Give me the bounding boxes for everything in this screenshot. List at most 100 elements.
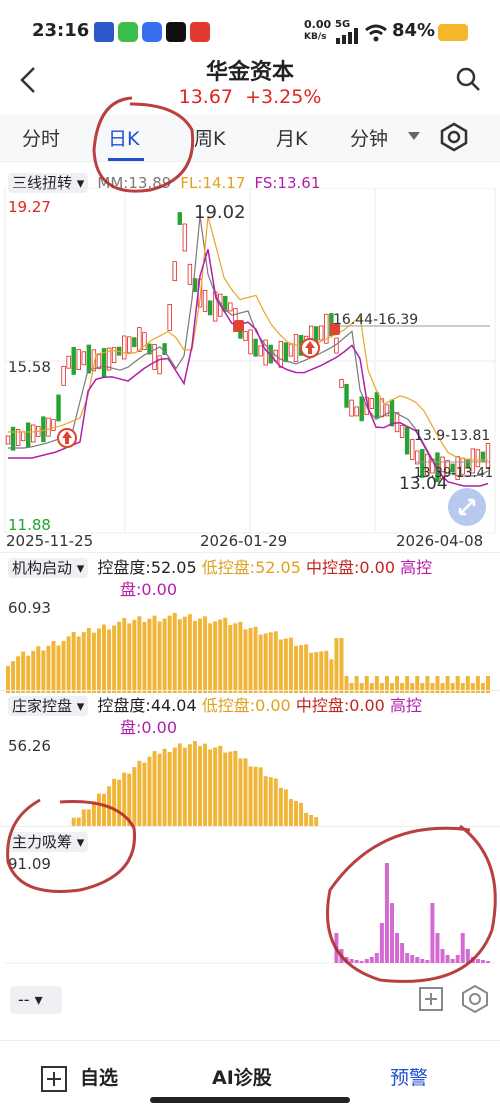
indicator-bar — [198, 746, 202, 827]
battery-icon — [438, 24, 468, 41]
indicator-bar — [349, 959, 354, 963]
panel-institution[interactable]: 机构启动 ▾ 控盘度:52.05 低控盘:52.05 中控盘:0.00 高控 盘… — [0, 552, 500, 693]
indicator-bar — [304, 644, 309, 693]
indicator-bar — [152, 751, 157, 827]
kline-chart-area[interactable]: 三线扭转 ▾ MM:13.89 FL:14.17 FS:13.61 19.27 … — [0, 162, 500, 552]
candle — [399, 425, 405, 438]
active-tab-underline — [108, 158, 144, 161]
indicator-bar — [16, 656, 21, 693]
tab-minute[interactable]: 分钟 — [350, 124, 388, 151]
indicator-bar — [430, 903, 435, 963]
indicator-bar — [364, 959, 369, 963]
indicator-bar — [263, 633, 268, 693]
panel1-select[interactable]: 机构启动 ▾ — [8, 558, 89, 578]
candle — [122, 335, 127, 360]
indicator-bar — [122, 772, 127, 827]
indicator-bar — [203, 743, 208, 827]
candle — [389, 399, 395, 427]
indicator-bar — [81, 809, 86, 827]
indicator-bar — [11, 661, 16, 693]
panel3-select[interactable]: 主力吸筹 ▾ — [8, 832, 89, 852]
candle — [187, 263, 193, 285]
indicator-bar — [167, 752, 172, 827]
indicator-bar — [420, 959, 425, 963]
indicator-bar — [21, 651, 26, 693]
candle — [41, 416, 46, 443]
range-label-1: 16.44-16.39 — [333, 312, 419, 328]
indicator-bar — [304, 812, 309, 827]
indicator-bar — [395, 933, 400, 963]
candle — [152, 344, 157, 370]
panel2-select[interactable]: 庄家控盘 ▾ — [8, 696, 89, 716]
indicator-bar — [162, 618, 167, 693]
candle — [248, 329, 253, 355]
settings-hexagon-icon[interactable] — [440, 122, 468, 152]
indicator-settings-icon[interactable] — [460, 984, 490, 1014]
indicator-bar — [26, 655, 31, 693]
tab-monthly-k[interactable]: 月K — [276, 124, 307, 151]
date-end: 2026-04-08 — [396, 532, 484, 550]
indicator-bar — [294, 645, 298, 693]
indicator-bar — [172, 747, 177, 827]
stock-price-line: 13.67 +3.25% — [0, 86, 500, 108]
indicator-bar — [147, 618, 152, 693]
candle — [475, 449, 481, 468]
indicator-bar — [384, 863, 389, 963]
indicator-bar — [319, 651, 324, 693]
tab-timeshare[interactable]: 分时 — [22, 124, 60, 151]
indicator-bar — [405, 953, 410, 963]
indicator-bar — [299, 645, 304, 693]
panel3-bars — [5, 863, 495, 964]
indicator-bar — [112, 778, 117, 827]
indicator-bar — [283, 638, 288, 693]
indicator-bar — [117, 621, 122, 693]
indicator-bar — [400, 943, 405, 963]
indicator-bar — [314, 652, 319, 693]
candle — [56, 394, 61, 422]
candle — [66, 355, 71, 369]
nav-alert[interactable]: 预警 — [390, 1063, 428, 1090]
indicator-bar — [147, 756, 152, 827]
indicator-bar — [142, 762, 147, 827]
indicator-bar — [142, 622, 147, 693]
indicator-bar — [127, 773, 132, 827]
panel2-control: 控盘度:44.04 — [97, 696, 197, 715]
tab-weekly-k[interactable]: 周K — [194, 124, 225, 151]
indicator-bar — [137, 760, 142, 827]
candle — [339, 379, 344, 388]
price: 13.67 — [178, 86, 234, 108]
chevron-down-icon[interactable] — [408, 132, 420, 142]
nav-ai-diagnosis[interactable]: AI诊股 — [212, 1063, 272, 1090]
panel2-mid: 中控盘:0.00 — [295, 696, 385, 715]
indicator-bar — [465, 949, 470, 963]
panel1-mid: 中控盘:0.00 — [306, 558, 396, 577]
indicator-bar — [46, 645, 51, 693]
indicator-bar — [344, 957, 349, 963]
tab-daily-k[interactable]: 日K — [108, 124, 139, 151]
home-indicator — [150, 1097, 350, 1103]
wifi-icon — [365, 24, 387, 42]
add-indicator-icon[interactable] — [418, 986, 444, 1012]
candle — [26, 422, 31, 448]
indicator-bar — [31, 650, 36, 693]
add-watchlist-icon[interactable] — [40, 1065, 68, 1093]
candle — [46, 417, 51, 437]
candle — [71, 346, 76, 375]
indicator-bar — [6, 666, 10, 693]
search-icon[interactable] — [455, 66, 481, 92]
indicator-bar — [177, 743, 182, 827]
nav-watchlist[interactable]: 自选 — [80, 1063, 118, 1090]
indicator-bar — [278, 639, 283, 693]
indicator-bar — [309, 652, 314, 693]
panel-dealer[interactable]: 庄家控盘 ▾ 控盘度:44.04 低控盘:0.00 中控盘:0.00 高控 盘:… — [0, 690, 500, 830]
indicator-dropdown[interactable]: -- ▾ — [10, 986, 62, 1014]
indicator-bar — [299, 802, 304, 827]
indicator-bar — [187, 744, 192, 827]
indicator-bar — [410, 955, 415, 963]
panel1-control: 控盘度:52.05 — [97, 558, 197, 577]
candle — [182, 223, 188, 252]
panel-main-absorb[interactable]: 主力吸筹 ▾ 91.09 — [0, 826, 500, 966]
fullscreen-button[interactable] — [448, 488, 486, 526]
indicator-bar — [203, 616, 208, 693]
candle — [111, 347, 117, 364]
